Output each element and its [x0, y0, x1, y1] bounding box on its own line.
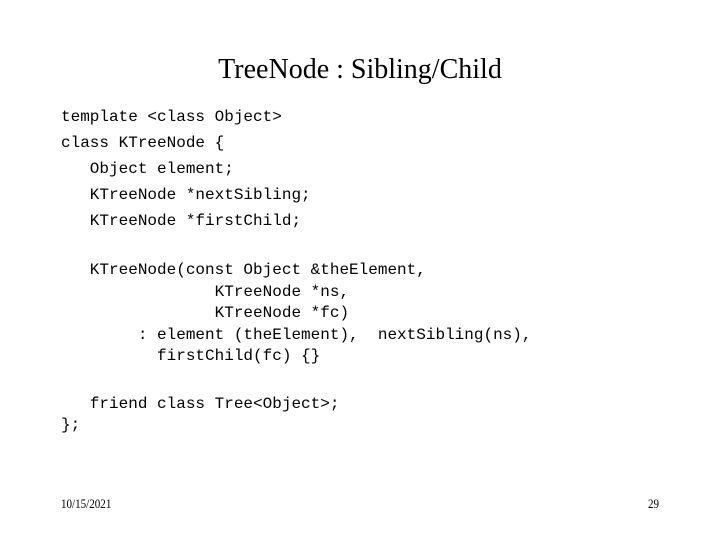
- code-block: template <class Object> class KTreeNode …: [61, 104, 531, 437]
- code-line: };: [61, 416, 81, 434]
- code-line: template <class Object>: [61, 108, 282, 126]
- code-line: KTreeNode *firstChild;: [61, 212, 302, 230]
- code-line: KTreeNode *ns,: [61, 282, 350, 301]
- code-line: KTreeNode *fc): [61, 304, 350, 322]
- footer-date: 10/15/2021: [61, 496, 112, 511]
- code-line: Object element;: [61, 160, 234, 178]
- code-line: friend class Tree<Object>;: [61, 394, 340, 413]
- footer-page-number: 29: [647, 496, 659, 511]
- code-line: : element (theElement), nextSibling(ns),: [61, 325, 532, 344]
- code-line: KTreeNode *nextSibling;: [61, 186, 311, 204]
- slide-title: TreeNode : Sibling/Child: [218, 54, 502, 85]
- code-line: class KTreeNode {: [61, 134, 225, 152]
- code-line: firstChild(fc) {}: [61, 347, 321, 365]
- code-line: KTreeNode(const Object &theElement,: [61, 261, 426, 279]
